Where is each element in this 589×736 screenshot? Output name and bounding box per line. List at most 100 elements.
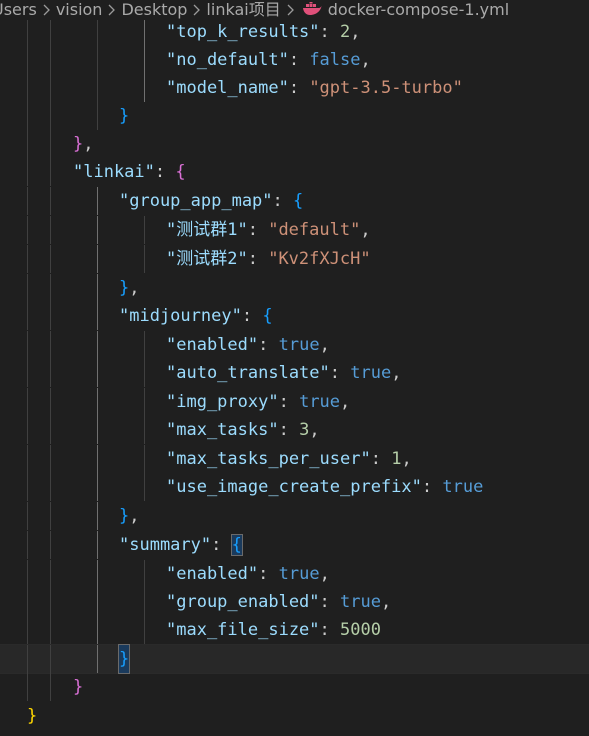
current-code-line[interactable]: }	[0, 644, 589, 674]
code-text: },	[119, 506, 140, 526]
code-text: "enabled": true,	[166, 564, 330, 584]
matched-close-brace: }	[117, 644, 131, 674]
indent-guide	[27, 359, 28, 387]
indent-guide	[27, 46, 28, 74]
json-key: "max_tasks_per_user"	[166, 449, 371, 469]
code-text: "midjourney": {	[119, 306, 273, 326]
breadcrumb-item-desktop[interactable]: Desktop	[121, 1, 187, 19]
code-line[interactable]: "linkai": {	[0, 158, 589, 186]
code-line[interactable]: "enabled": true,	[0, 331, 589, 359]
code-line[interactable]: "midjourney": {	[0, 302, 589, 330]
indent-guide	[27, 216, 28, 244]
indent-guide	[50, 388, 51, 416]
json-key: "top_k_results"	[166, 22, 320, 42]
code-line[interactable]: "group_app_map": {	[0, 187, 589, 215]
indent-guide	[27, 531, 28, 559]
indent-guide	[144, 473, 145, 501]
code-text: "summary": {	[119, 534, 243, 556]
code-text: },	[73, 134, 94, 154]
close-brace: }	[73, 677, 84, 697]
indent-guide	[97, 645, 98, 673]
breadcrumb-item-linkai[interactable]: linkai项目	[206, 1, 280, 19]
code-line[interactable]: "model_name": "gpt-3.5-turbo"	[0, 74, 589, 102]
code-text: "测试群2": "Kv2fXJcH"	[166, 249, 371, 269]
indent-guide	[50, 645, 51, 673]
code-line[interactable]: "no_default": false,	[0, 46, 589, 74]
code-line[interactable]: "测试群1": "default",	[0, 216, 589, 244]
indent-guide	[50, 74, 51, 102]
breadcrumb-file[interactable]: docker-compose-1.yml	[328, 1, 509, 19]
indent-guide	[144, 388, 145, 416]
code-line[interactable]: "max_file_size": 5000	[0, 616, 589, 644]
indent-guide	[50, 673, 51, 701]
indent-guide	[97, 588, 98, 616]
json-key: "use_image_create_prefix"	[166, 477, 422, 497]
code-line[interactable]: "enabled": true,	[0, 560, 589, 588]
indent-guide	[27, 18, 28, 46]
code-text: "auto_translate": true,	[166, 363, 402, 383]
code-line[interactable]: "max_tasks": 3,	[0, 416, 589, 444]
json-key: "model_name"	[166, 78, 289, 98]
code-line[interactable]: "summary": {	[0, 531, 589, 559]
json-key: "img_proxy"	[166, 392, 279, 412]
json-string: "gpt-3.5-turbo"	[309, 78, 463, 98]
json-boolean: true	[350, 363, 392, 383]
indent-guide	[97, 616, 98, 644]
indent-guide	[50, 102, 51, 130]
indent-guide	[50, 302, 51, 330]
indent-guide	[144, 445, 145, 473]
code-line[interactable]: },	[0, 274, 589, 302]
code-text: "top_k_results": 2,	[166, 22, 361, 42]
close-brace: }	[27, 706, 38, 726]
json-key: "linkai"	[73, 162, 155, 182]
json-boolean: true	[278, 564, 320, 584]
code-line[interactable]: "auto_translate": true,	[0, 359, 589, 387]
indent-guide	[97, 74, 98, 102]
code-line[interactable]: "max_tasks_per_user": 1,	[0, 445, 589, 473]
code-line[interactable]: "group_enabled": true,	[0, 588, 589, 616]
json-key: "auto_translate"	[166, 363, 330, 383]
indent-guide	[144, 245, 145, 273]
code-editor[interactable]: "top_k_results": 2, "no_default": false,…	[0, 0, 589, 736]
indent-guide	[50, 502, 51, 530]
code-line[interactable]: "use_image_create_prefix": true	[0, 473, 589, 501]
breadcrumb: Users vision Desktop linkai项目 docker-com…	[0, 0, 589, 20]
json-key: "max_file_size"	[166, 620, 320, 640]
indent-guide	[97, 473, 98, 501]
code-line[interactable]: }	[0, 102, 589, 130]
json-key: "enabled"	[166, 335, 259, 355]
indent-guide	[144, 416, 145, 444]
json-string: "Kv2fXJcH"	[268, 249, 371, 269]
indent-guide	[27, 331, 28, 359]
indent-guide	[97, 502, 98, 530]
indent-guide	[50, 331, 51, 359]
breadcrumb-item-vision[interactable]: vision	[56, 1, 103, 19]
code-text: "use_image_create_prefix": true	[166, 477, 484, 497]
code-line[interactable]: }	[0, 673, 589, 701]
indent-guide	[50, 187, 51, 215]
code-line[interactable]: },	[0, 130, 589, 158]
code-line[interactable]: "img_proxy": true,	[0, 388, 589, 416]
code-text: "max_tasks": 3,	[166, 420, 320, 440]
indent-guide	[144, 331, 145, 359]
indent-guide	[144, 18, 145, 46]
indent-guide	[50, 416, 51, 444]
indent-guide	[144, 359, 145, 387]
chevron-right-icon	[43, 4, 50, 16]
code-line[interactable]: "测试群2": "Kv2fXJcH"	[0, 245, 589, 273]
breadcrumb-item-users[interactable]: Users	[0, 1, 37, 19]
indent-guide	[50, 560, 51, 588]
code-line[interactable]: },	[0, 502, 589, 530]
indent-guide	[27, 445, 28, 473]
indent-guide	[144, 560, 145, 588]
code-line[interactable]: }	[0, 702, 589, 730]
code-text: "max_file_size": 5000	[166, 620, 381, 640]
indent-guide	[97, 46, 98, 74]
indent-guide	[97, 216, 98, 244]
json-number: 2	[340, 22, 351, 42]
indent-guide	[144, 46, 145, 74]
indent-guide	[97, 18, 98, 46]
json-number: 5000	[340, 620, 381, 640]
code-line[interactable]: "top_k_results": 2,	[0, 18, 589, 46]
indent-guide	[144, 588, 145, 616]
